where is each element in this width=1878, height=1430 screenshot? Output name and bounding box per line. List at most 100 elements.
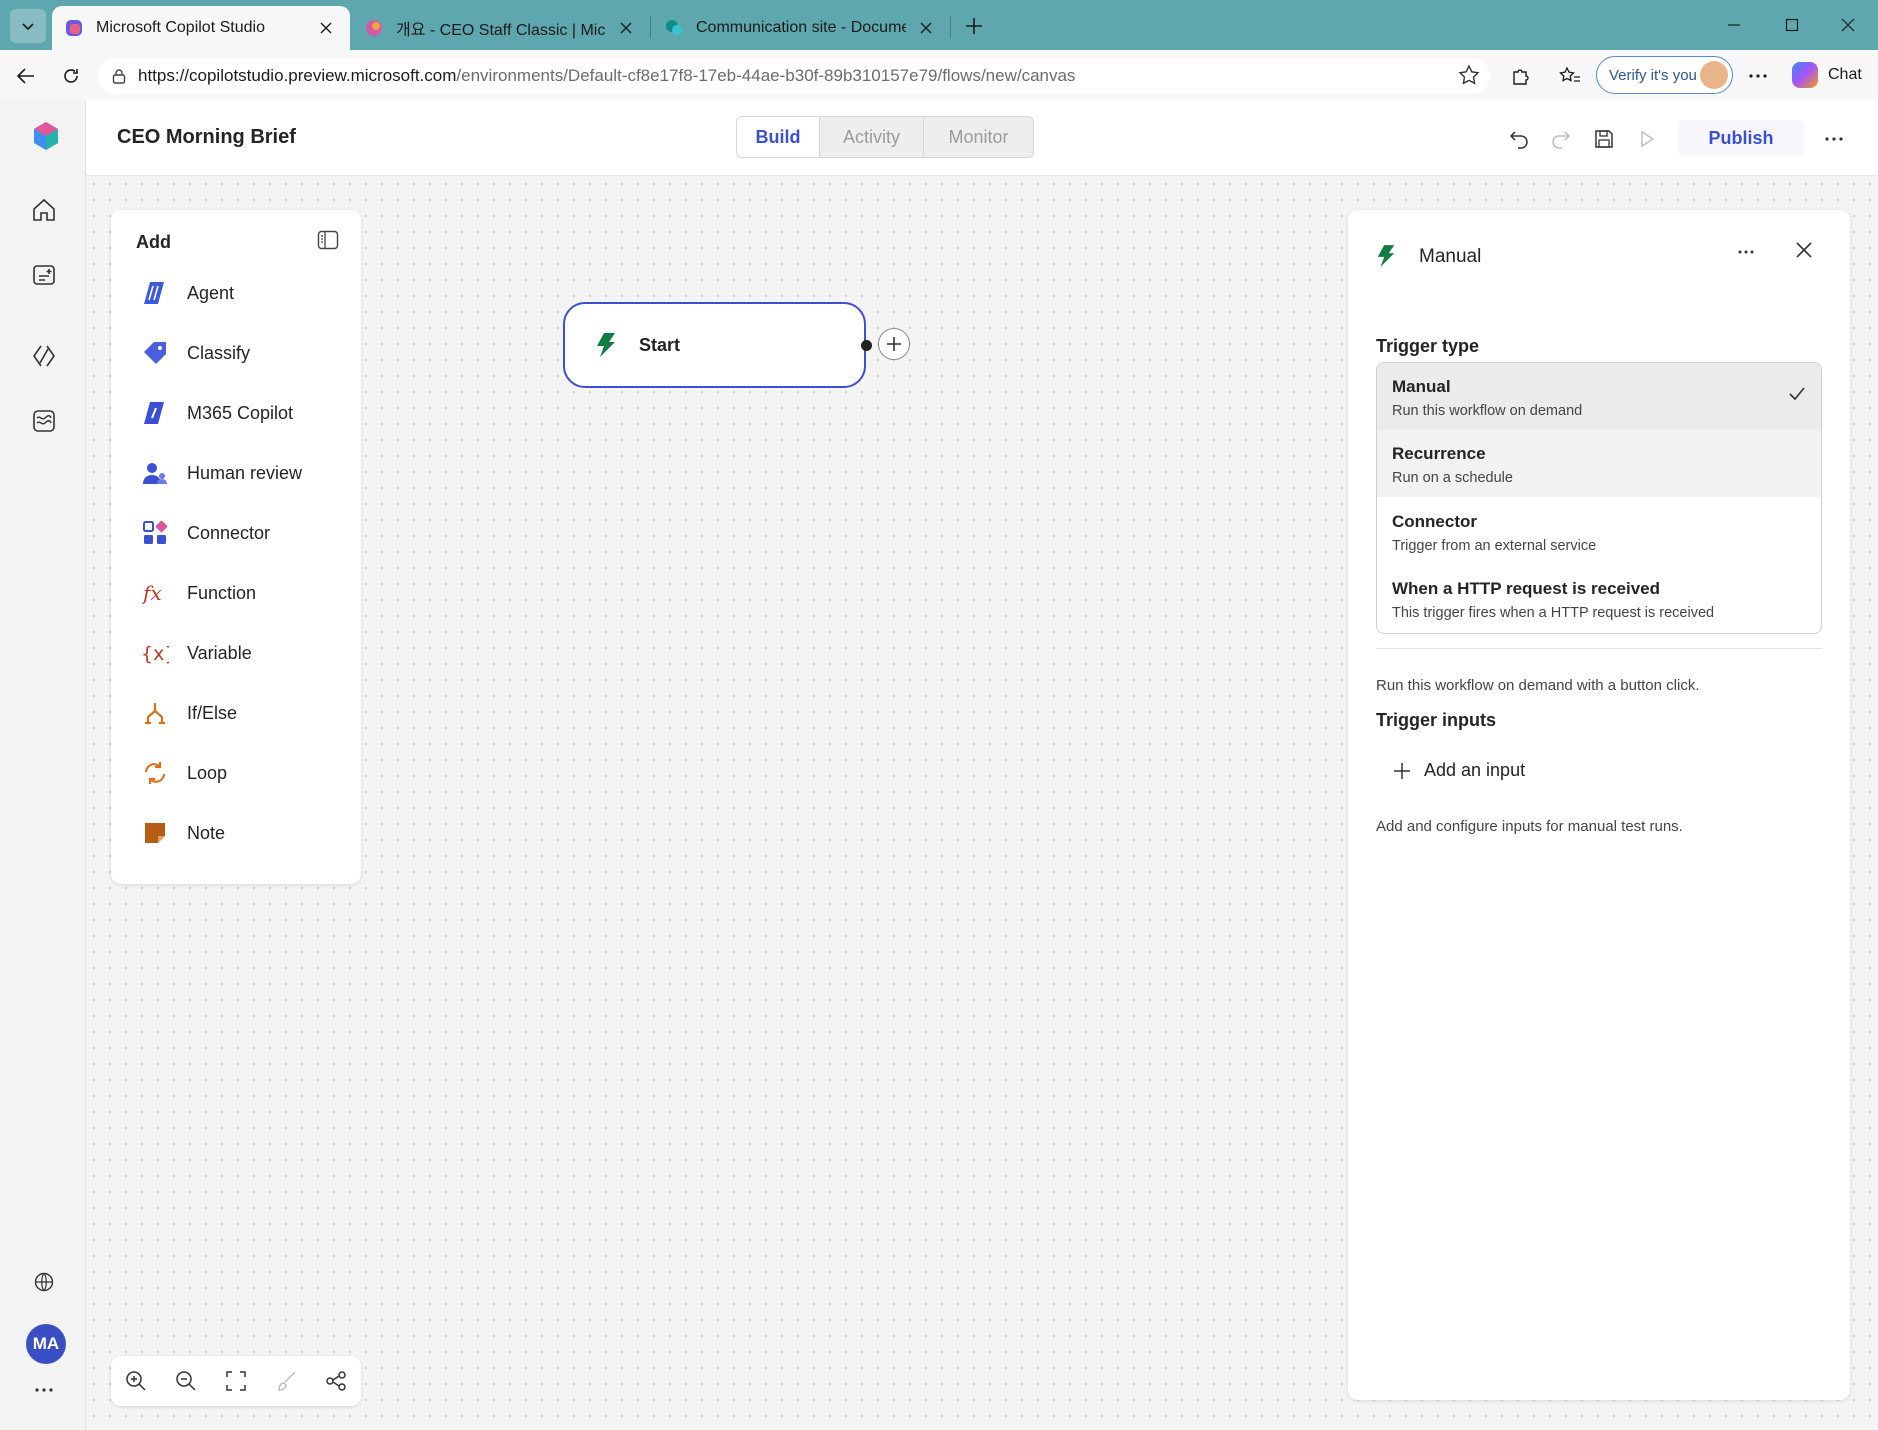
add-item-connector[interactable]: Connector xyxy=(141,516,341,550)
checkmark-icon xyxy=(1789,387,1805,401)
close-tab-icon[interactable] xyxy=(914,16,938,40)
refresh-button[interactable] xyxy=(55,60,87,92)
start-node[interactable]: Start xyxy=(563,302,866,388)
close-window-button[interactable] xyxy=(1828,10,1868,40)
copilot-studio-favicon-icon xyxy=(64,18,84,38)
library-icon[interactable] xyxy=(27,404,61,438)
add-item-variable[interactable]: {x} Variable xyxy=(141,636,341,670)
minimap-icon[interactable] xyxy=(323,1368,349,1394)
maximize-icon xyxy=(1785,18,1799,32)
favorite-star-icon[interactable] xyxy=(1458,64,1480,86)
add-item-classify[interactable]: Classify xyxy=(141,336,341,370)
new-tab-button[interactable] xyxy=(960,12,988,40)
browser-menu-button[interactable] xyxy=(1742,60,1774,92)
add-node-panel: Add Agent Classify M365 Copilot Human re… xyxy=(111,210,361,884)
zoom-out-icon[interactable] xyxy=(173,1368,199,1394)
tab-build[interactable]: Build xyxy=(737,117,819,157)
arrow-left-icon xyxy=(16,66,36,86)
browser-toolbar: https://copilotstudio.preview.microsoft.… xyxy=(0,50,1878,100)
add-step-button[interactable] xyxy=(878,328,910,360)
more-horizontal-icon[interactable] xyxy=(27,1373,61,1407)
fit-to-view-icon[interactable] xyxy=(223,1368,249,1394)
add-item-function[interactable]: fx Function xyxy=(141,576,341,610)
site-info-icon[interactable] xyxy=(112,68,126,84)
node-output-handle[interactable] xyxy=(861,340,872,351)
more-options-icon[interactable] xyxy=(1819,124,1849,154)
environment-globe-icon[interactable] xyxy=(27,1265,61,1299)
add-item-label: Agent xyxy=(187,282,235,303)
tab-actions-menu[interactable] xyxy=(10,9,46,43)
add-item-agent[interactable]: Agent xyxy=(141,276,341,310)
browser-tab-strip: Microsoft Copilot Studio 개요 - CEO Staff … xyxy=(0,0,1878,50)
add-item-label: If/Else xyxy=(187,702,238,723)
tab-communication-site[interactable]: Communication site - Documents xyxy=(652,6,950,50)
tidy-up-brush-icon[interactable] xyxy=(273,1368,299,1394)
add-item-note[interactable]: Note xyxy=(141,816,341,850)
collapse-panel-icon[interactable] xyxy=(317,230,339,250)
more-horizontal-icon xyxy=(1749,73,1767,79)
add-item-label: Variable xyxy=(187,642,252,663)
user-avatar[interactable]: MA xyxy=(26,1324,66,1364)
option-manual[interactable]: Manual Run this workflow on demand xyxy=(1377,363,1821,430)
trigger-type-label: Trigger type xyxy=(1376,336,1480,356)
minimize-window-button[interactable] xyxy=(1714,10,1754,40)
left-nav-rail: MA xyxy=(0,100,86,1430)
close-tab-icon[interactable] xyxy=(314,16,338,40)
tab-monitor[interactable]: Monitor xyxy=(923,117,1033,157)
tab-title: 개요 - CEO Staff Classic | Microsoft xyxy=(396,22,606,39)
add-item-label: Classify xyxy=(187,342,251,363)
maximize-window-button[interactable] xyxy=(1772,10,1812,40)
plus-icon xyxy=(965,17,983,35)
close-tab-icon[interactable] xyxy=(614,16,638,40)
back-button[interactable] xyxy=(10,60,42,92)
copilot-studio-logo-icon[interactable] xyxy=(30,120,62,152)
redo-icon[interactable] xyxy=(1546,124,1576,154)
undo-icon[interactable] xyxy=(1504,124,1534,154)
option-title: Connector xyxy=(1392,512,1477,531)
copilot-chat-button[interactable]: Chat xyxy=(1792,62,1862,88)
option-title: When a HTTP request is received xyxy=(1392,579,1660,598)
microsoft-favicon-icon xyxy=(364,18,384,38)
trigger-type-listbox[interactable]: Manual Run this workflow on demand Recur… xyxy=(1376,362,1822,634)
copilot-studio-app: MA CEO Morning Brief Build Activity Moni… xyxy=(0,100,1878,1430)
tab-activity[interactable]: Activity xyxy=(819,117,923,157)
flow-title: CEO Morning Brief xyxy=(117,126,296,148)
add-item-label: Connector xyxy=(187,522,271,543)
chevron-down-icon xyxy=(20,18,36,34)
add-input-label: Add an input xyxy=(1424,760,1526,780)
url-path: /environments/Default-cf8e17f8-17eb-44ae… xyxy=(456,66,1076,85)
tab-divider xyxy=(650,16,651,38)
tab-copilot-studio[interactable]: Microsoft Copilot Studio xyxy=(52,6,350,50)
add-item-m365-copilot[interactable]: M365 Copilot xyxy=(141,396,341,430)
create-agent-icon[interactable] xyxy=(27,258,61,292)
flow-canvas[interactable]: Add Agent Classify M365 Copilot Human re… xyxy=(86,176,1878,1430)
favorites-button[interactable] xyxy=(1554,60,1586,92)
home-icon[interactable] xyxy=(27,193,61,227)
option-description: Run on a schedule xyxy=(1392,470,1513,486)
add-item-label: Human review xyxy=(187,462,303,483)
add-input-button[interactable]: Add an input xyxy=(1392,760,1525,781)
option-connector[interactable]: Connector Trigger from an external servi… xyxy=(1377,498,1821,565)
more-options-icon[interactable] xyxy=(1736,242,1756,262)
publish-button[interactable]: Publish xyxy=(1678,120,1804,156)
tab-divider xyxy=(950,16,951,38)
panel-title: Manual xyxy=(1419,246,1482,267)
address-bar[interactable]: https://copilotstudio.preview.microsoft.… xyxy=(98,58,1490,94)
zoom-in-icon[interactable] xyxy=(123,1368,149,1394)
option-recurrence[interactable]: Recurrence Run on a schedule xyxy=(1377,430,1821,497)
option-http-request[interactable]: When a HTTP request is received This tri… xyxy=(1377,565,1821,632)
add-item-loop[interactable]: Loop xyxy=(141,756,341,790)
add-item-human-review[interactable]: Human review xyxy=(141,456,341,490)
option-title: Manual xyxy=(1392,377,1451,396)
save-icon[interactable] xyxy=(1589,124,1619,154)
tab-ceo-staff-classic[interactable]: 개요 - CEO Staff Classic | Microsoft xyxy=(352,6,650,50)
plus-icon xyxy=(1392,761,1412,781)
verify-identity-button[interactable]: Verify it's you xyxy=(1596,56,1733,94)
run-test-icon[interactable] xyxy=(1632,124,1662,154)
add-item-if-else[interactable]: If/Else xyxy=(141,696,341,730)
flows-icon[interactable] xyxy=(27,339,61,373)
loop-icon xyxy=(141,759,169,787)
extensions-button[interactable] xyxy=(1504,60,1536,92)
apps-icon xyxy=(141,519,169,547)
close-panel-icon[interactable] xyxy=(1794,240,1814,260)
